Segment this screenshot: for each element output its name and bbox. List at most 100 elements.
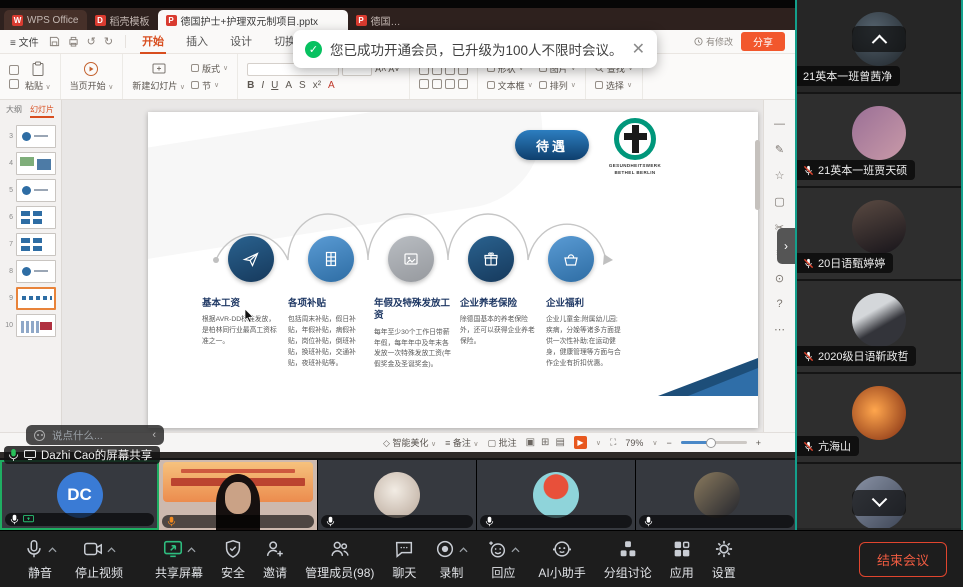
video-tile[interactable] — [318, 460, 477, 530]
participant-tile[interactable]: 2020级日语靳政哲 — [797, 281, 961, 374]
redo-icon[interactable]: ↻ — [104, 35, 113, 48]
participant-tile[interactable]: 21英本一班曾茜净 — [797, 0, 961, 94]
zoom-in-button[interactable]: + — [756, 438, 761, 448]
participant-tile[interactable]: 亢海山 — [797, 374, 961, 464]
align-center-icon[interactable] — [432, 79, 442, 89]
print-icon[interactable] — [68, 36, 79, 47]
file-menu-button[interactable]: ≡ 文件 — [0, 34, 49, 49]
slide-thumbnail[interactable] — [16, 152, 56, 175]
shape-tool-icon[interactable]: ▢ — [774, 195, 784, 208]
divider-icon[interactable]: — — [774, 118, 785, 130]
slideshow-button[interactable]: ▶ — [574, 436, 587, 449]
collapse-left-icon[interactable]: ‹ — [152, 429, 156, 441]
new-slide-button[interactable]: 新建幻灯片 ∨ — [132, 61, 185, 92]
slide-thumbnail[interactable] — [16, 125, 56, 148]
sorter-view-icon[interactable]: ⊞ — [541, 437, 549, 448]
document-tab-2[interactable]: P 德国… — [348, 10, 400, 30]
slide-thumbnail[interactable] — [16, 260, 56, 283]
slideshow-caret[interactable]: ∨ — [596, 439, 601, 447]
layout-button[interactable]: 版式∨ — [191, 62, 228, 75]
shadow-button[interactable]: S — [299, 80, 306, 91]
chevron-up-icon[interactable] — [107, 547, 116, 553]
reactions-button[interactable]: 回应 — [477, 538, 529, 581]
more-icon[interactable]: ⋯ — [774, 323, 785, 336]
chevron-up-icon[interactable] — [187, 547, 196, 553]
invite-button[interactable]: 邀请 — [254, 538, 296, 581]
panel-expand-handle[interactable]: › — [777, 228, 795, 264]
slide-thumbnail[interactable] — [16, 314, 56, 337]
mute-button[interactable]: 静音 — [14, 538, 66, 581]
tab-home[interactable]: 开始 — [140, 30, 166, 54]
chevron-up-icon[interactable] — [48, 547, 57, 553]
zoom-level[interactable]: 79% — [625, 438, 643, 448]
zoom-slider[interactable] — [681, 441, 747, 444]
wps-share-button[interactable]: 分享 — [741, 32, 785, 51]
chevron-up-icon[interactable] — [459, 547, 468, 553]
chat-button[interactable]: 聊天 — [383, 538, 425, 581]
outline-tab[interactable]: 大纲 — [6, 104, 22, 118]
canvas-scrollbar[interactable] — [755, 140, 760, 210]
document-tab-active[interactable]: P 德国护士+护理双元制项目.pptx — [158, 10, 348, 30]
slide-thumbnail[interactable] — [16, 206, 56, 229]
reading-view-icon[interactable]: ▤ — [555, 437, 564, 448]
fit-screen-icon[interactable]: ⛶ — [610, 437, 616, 448]
quick-access-toolbar[interactable]: ↺ ↻ — [49, 35, 126, 48]
stop-video-button[interactable]: 停止视频 — [66, 538, 132, 581]
end-meeting-button[interactable]: 结束会议 — [859, 542, 947, 577]
apps-button[interactable]: 应用 — [661, 538, 703, 581]
security-button[interactable]: 安全 — [212, 538, 254, 581]
slides-tab[interactable]: 幻灯片 — [30, 104, 54, 118]
wps-home-tab[interactable]: W WPS Office — [4, 10, 87, 30]
share-screen-button[interactable]: 共享屏幕 — [146, 538, 212, 581]
manage-members-button[interactable]: 管理成员(98) — [296, 538, 383, 581]
italic-button[interactable]: I — [261, 80, 264, 91]
slide-thumbnail-selected[interactable] — [16, 287, 56, 310]
bold-button[interactable]: B — [247, 80, 254, 91]
slide-thumbnail[interactable] — [16, 233, 56, 256]
slide-thumbnail[interactable] — [16, 179, 56, 202]
superscript-button[interactable]: x² — [313, 80, 321, 91]
toast-close-icon[interactable]: ✕ — [632, 39, 645, 59]
participant-tile[interactable]: 20日语甄婷婷 — [797, 188, 961, 281]
target-tool-icon[interactable]: ⊙ — [775, 272, 784, 285]
tab-insert[interactable]: 插入 — [184, 30, 210, 54]
textbox-button[interactable]: 文本框∨ — [487, 79, 533, 92]
barrage-input[interactable]: 说点什么... ‹ — [26, 425, 164, 445]
justify-icon[interactable] — [458, 79, 468, 89]
arrange-button[interactable]: 排列∨ — [539, 79, 576, 92]
play-from-current-button[interactable]: 当页开始 ∨ — [70, 61, 114, 92]
font-color-button[interactable]: A — [328, 80, 335, 91]
align-right-icon[interactable] — [445, 79, 455, 89]
video-tile[interactable] — [636, 460, 797, 530]
help-icon[interactable]: ? — [776, 298, 782, 310]
breakout-rooms-button[interactable]: 分组讨论 — [595, 538, 661, 581]
strike-button[interactable]: A — [285, 80, 292, 91]
select-button[interactable]: 选择∨ — [595, 79, 633, 92]
notes-button[interactable]: ≡ 备注 ∨ — [445, 436, 478, 449]
record-button[interactable]: 录制 — [425, 538, 477, 581]
copy-icon[interactable] — [9, 79, 19, 89]
comments-button[interactable]: ▢ 批注 — [488, 436, 517, 449]
underline-button[interactable]: U — [271, 80, 278, 91]
zoom-caret[interactable]: ∨ — [652, 439, 657, 447]
star-icon[interactable]: ☆ — [775, 169, 785, 182]
tab-design[interactable]: 设计 — [228, 30, 254, 54]
settings-button[interactable]: 设置 — [703, 538, 745, 581]
video-tile-camera[interactable] — [159, 460, 318, 530]
section-button[interactable]: 节∨ — [191, 79, 228, 92]
normal-view-icon[interactable]: ▣ — [526, 437, 535, 448]
save-icon[interactable] — [49, 36, 60, 47]
participant-tile[interactable]: 21英本一班贾天硕 — [797, 94, 961, 188]
participant-tile-partial[interactable] — [797, 464, 961, 528]
docer-template-tab[interactable]: D 稻壳模板 — [87, 10, 158, 30]
scroll-down-button[interactable] — [852, 490, 906, 516]
zoom-out-button[interactable]: − — [666, 438, 671, 448]
emoji-icon[interactable] — [34, 430, 45, 441]
beautify-button[interactable]: ◇ 智能美化 ∨ — [383, 436, 436, 449]
align-left-icon[interactable] — [419, 79, 429, 89]
video-tile-sharer[interactable]: DC — [0, 460, 159, 530]
ai-assistant-button[interactable]: AI小助手 — [529, 538, 594, 581]
undo-icon[interactable]: ↺ — [87, 35, 96, 48]
cut-icon[interactable] — [9, 65, 19, 75]
video-tile[interactable] — [477, 460, 636, 530]
